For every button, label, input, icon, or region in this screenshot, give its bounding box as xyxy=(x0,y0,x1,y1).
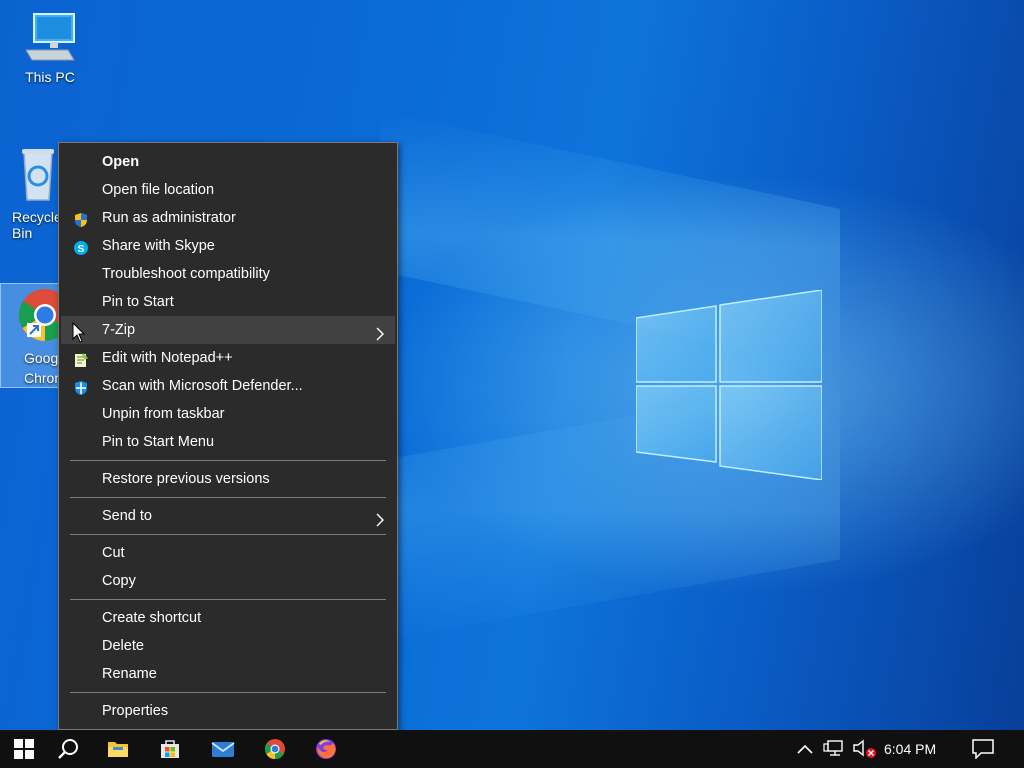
svg-text:S: S xyxy=(78,244,85,255)
windows-logo-wallpaper xyxy=(636,290,822,480)
menu-item-label: Send to xyxy=(102,508,152,524)
menu-item-pin-to-start-menu[interactable]: Pin to Start Menu xyxy=(61,428,395,456)
menu-item-create-shortcut[interactable]: Create shortcut xyxy=(61,604,395,632)
menu-item-scan-with-microsoft-defender[interactable]: Scan with Microsoft Defender... xyxy=(61,372,395,400)
menu-item-label: Open xyxy=(102,154,140,170)
menu-item-7-zip[interactable]: 7-Zip xyxy=(61,316,395,344)
menu-item-label: Troubleshoot compatibility xyxy=(102,266,270,282)
taskbar: 6:04 PM xyxy=(0,730,1024,768)
menu-item-send-to[interactable]: Send to xyxy=(61,502,395,530)
menu-item-label: Properties xyxy=(102,703,169,719)
menu-item-pin-to-start[interactable]: Pin to Start xyxy=(61,288,395,316)
menu-item-troubleshoot-compatibility[interactable]: Troubleshoot compatibility xyxy=(61,260,395,288)
desktop-icon-this-pc[interactable]: This PC xyxy=(10,10,90,85)
skype-icon: S xyxy=(73,238,89,255)
chevron-right-icon xyxy=(375,509,385,527)
menu-item-label: Unpin from taskbar xyxy=(102,406,225,422)
defender-icon xyxy=(73,378,89,395)
menu-item-unpin-from-taskbar[interactable]: Unpin from taskbar xyxy=(61,400,395,428)
search-button[interactable] xyxy=(44,730,92,768)
mail-icon xyxy=(211,742,235,757)
menu-item-label: Run as administrator xyxy=(102,210,236,226)
network-icon xyxy=(823,740,843,756)
notifications-icon xyxy=(972,739,994,759)
notepadpp-icon xyxy=(73,350,89,367)
context-menu: Open Open file location Run as administrat… xyxy=(58,142,398,730)
desktop-icon-label: Google Chrome xyxy=(24,350,58,386)
menu-item-label: Cut xyxy=(102,545,125,561)
menu-item-open-file-location[interactable]: Open file location xyxy=(61,176,395,204)
chevron-right-icon xyxy=(375,323,385,341)
menu-item-label: Edit with Notepad++ xyxy=(102,350,233,366)
menu-separator xyxy=(70,497,386,498)
chrome-taskbar-button[interactable] xyxy=(251,730,299,768)
uac-shield-icon xyxy=(73,210,89,227)
windows-start-icon xyxy=(14,739,34,759)
menu-item-copy[interactable]: Copy xyxy=(61,567,395,595)
show-hidden-icons-button[interactable] xyxy=(792,730,818,768)
menu-item-share-with-skype[interactable]: S Share with Skype xyxy=(61,232,395,260)
network-button[interactable] xyxy=(820,730,848,768)
volume-button[interactable] xyxy=(850,730,880,768)
firefox-icon xyxy=(316,739,336,759)
chrome-icon xyxy=(264,739,285,760)
mouse-cursor-icon xyxy=(72,322,86,343)
menu-separator xyxy=(70,534,386,535)
microsoft-store-icon xyxy=(161,740,179,758)
computer-icon xyxy=(25,13,75,61)
firefox-button[interactable] xyxy=(302,730,350,768)
microsoft-store-button[interactable] xyxy=(146,730,194,768)
menu-item-run-as-administrator[interactable]: Run as administrator xyxy=(61,204,395,232)
menu-item-label: Open file location xyxy=(102,182,215,198)
menu-separator xyxy=(70,599,386,600)
volume-muted-icon xyxy=(853,739,876,758)
recycle-bin-icon xyxy=(22,149,54,201)
menu-item-label: Copy xyxy=(102,573,136,589)
menu-item-label: Scan with Microsoft Defender... xyxy=(102,378,303,394)
chevron-up-icon xyxy=(797,744,813,754)
menu-item-label: Restore previous versions xyxy=(102,471,270,487)
menu-separator xyxy=(70,692,386,693)
menu-item-label: Pin to Start xyxy=(102,294,174,310)
menu-item-label: Pin to Start Menu xyxy=(102,434,215,450)
taskbar-clock[interactable]: 6:04 PM xyxy=(884,730,936,768)
menu-item-edit-with-notepad[interactable]: Edit with Notepad++ xyxy=(61,344,395,372)
menu-separator xyxy=(70,460,386,461)
file-explorer-button[interactable] xyxy=(94,730,142,768)
menu-item-restore-previous-versions[interactable]: Restore previous versions xyxy=(61,465,395,493)
action-center-button[interactable] xyxy=(962,730,1004,768)
menu-item-label: Share with Skype xyxy=(102,238,215,254)
menu-item-label: 7-Zip xyxy=(102,322,136,338)
desktop-icon-label: This PC xyxy=(25,69,75,85)
file-explorer-icon xyxy=(108,742,128,757)
mail-button[interactable] xyxy=(199,730,247,768)
start-button[interactable] xyxy=(0,730,48,768)
menu-item-rename[interactable]: Rename xyxy=(61,660,395,688)
search-icon xyxy=(58,739,78,759)
menu-item-delete[interactable]: Delete xyxy=(61,632,395,660)
menu-item-cut[interactable]: Cut xyxy=(61,539,395,567)
menu-item-label: Rename xyxy=(102,666,157,682)
menu-item-label: Delete xyxy=(102,638,144,654)
menu-item-properties[interactable]: Properties xyxy=(61,697,395,725)
menu-item-label: Create shortcut xyxy=(102,610,202,626)
menu-item-open[interactable]: Open xyxy=(61,148,395,176)
